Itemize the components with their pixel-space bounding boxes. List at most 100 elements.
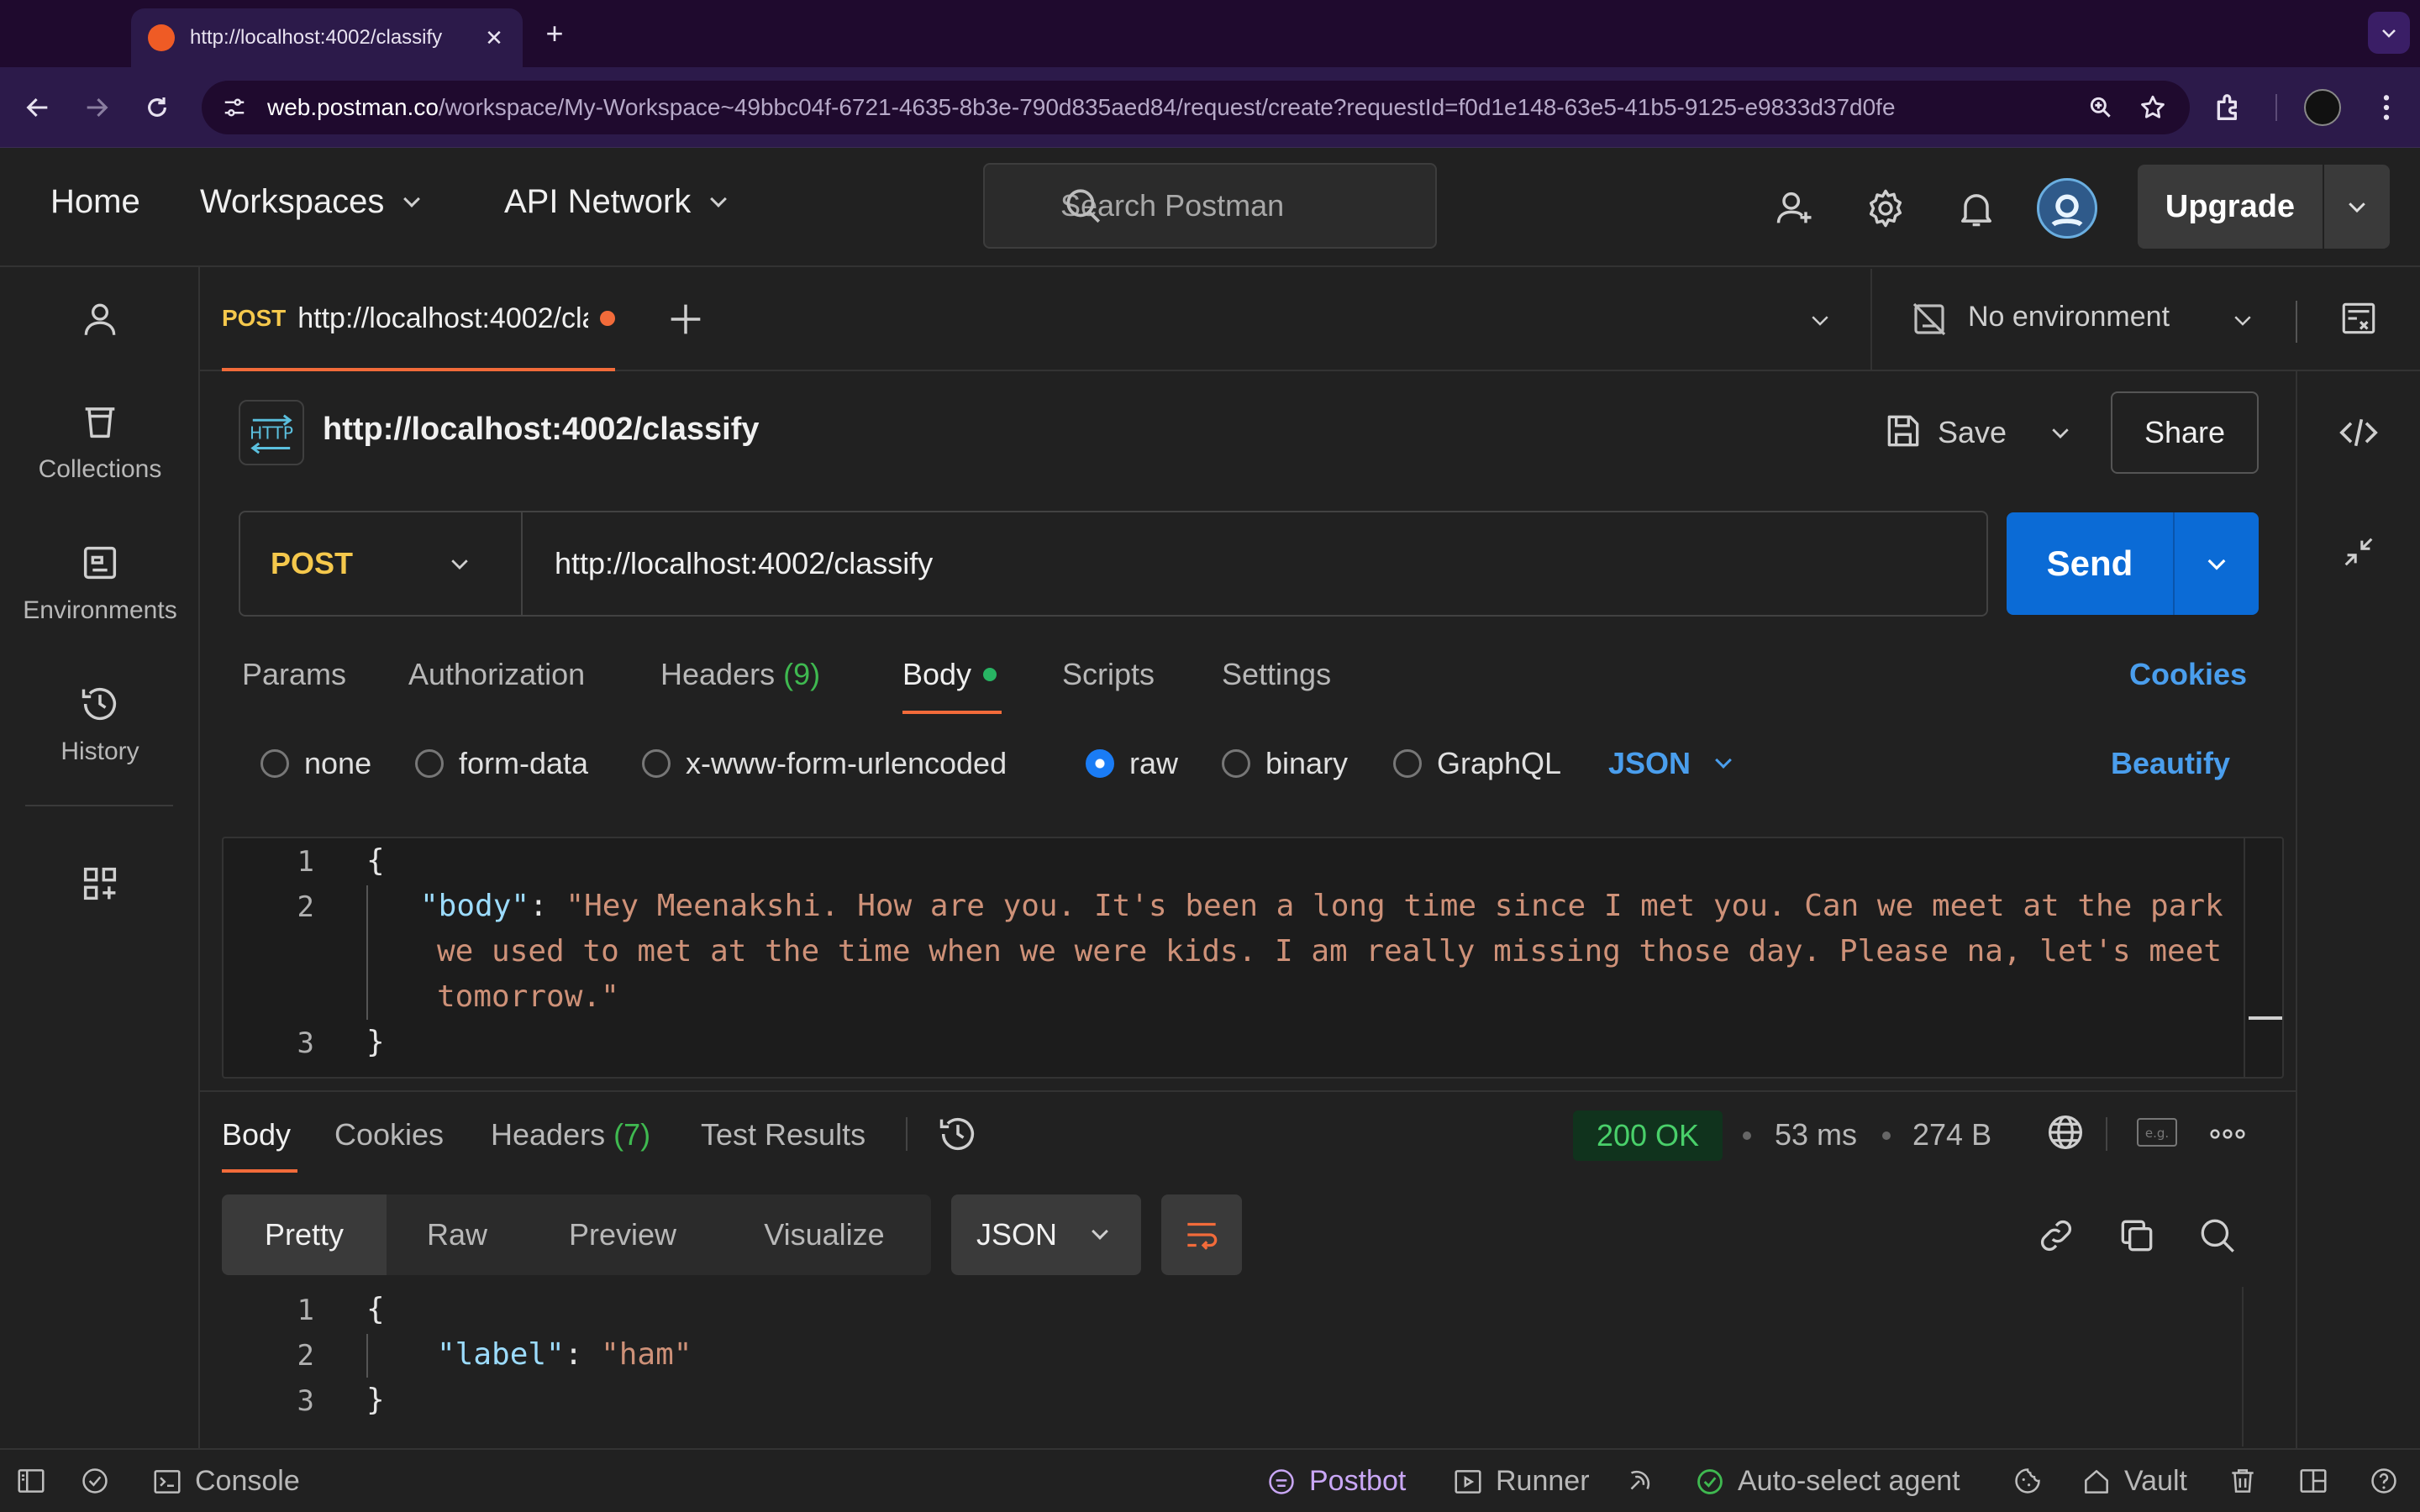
browser-tab[interactable]: http://localhost:4002/classify ✕: [131, 8, 523, 67]
more-horizontal-icon[interactable]: [2207, 1117, 2249, 1151]
share-button[interactable]: Share: [2111, 391, 2259, 474]
code-snippet-icon[interactable]: [2336, 410, 2381, 455]
save-icon[interactable]: [1882, 408, 1924, 454]
console-button[interactable]: Console: [151, 1465, 300, 1498]
auto-select-agent-button[interactable]: Auto-select agent: [1694, 1465, 1960, 1498]
tab-headers[interactable]: Headers (9): [660, 657, 820, 692]
address-bar[interactable]: web.postman.co/workspace/My-Workspace~49…: [202, 81, 2190, 134]
reload-button[interactable]: [136, 87, 178, 129]
save-button[interactable]: Save: [1938, 415, 2007, 450]
toggle-sidebar-icon[interactable]: [15, 1465, 47, 1497]
body-format-select[interactable]: JSON: [1608, 746, 1732, 781]
request-name[interactable]: http://localhost:4002/classify: [323, 412, 760, 448]
home-link[interactable]: Home: [50, 183, 140, 221]
browser-profile-avatar[interactable]: [2304, 89, 2341, 126]
body-type-form-data[interactable]: form-data: [415, 746, 588, 781]
copy-icon[interactable]: [2116, 1215, 2158, 1257]
view-mode-raw[interactable]: Raw: [387, 1194, 528, 1275]
save-example-icon[interactable]: e.g.: [2136, 1116, 2178, 1149]
workspaces-menu[interactable]: Workspaces: [200, 183, 421, 221]
environment-quick-look-icon[interactable]: [2338, 297, 2380, 339]
notification-bell-icon[interactable]: [1954, 186, 1998, 230]
back-button[interactable]: [17, 87, 59, 129]
add-tab-icon[interactable]: [664, 297, 708, 341]
response-tab-test-results[interactable]: Test Results: [701, 1117, 865, 1152]
tab-body[interactable]: Body: [902, 657, 997, 692]
close-tab-icon[interactable]: ✕: [482, 25, 506, 50]
check-circle-icon[interactable]: [79, 1465, 111, 1497]
code-close-brace: }: [366, 1025, 385, 1059]
body-type-none[interactable]: none: [260, 746, 371, 781]
sidebar-item-configure[interactable]: [0, 860, 200, 907]
send-dropdown-button[interactable]: [2175, 512, 2259, 615]
cookies-link[interactable]: Cookies: [2129, 657, 2247, 692]
new-tab-button[interactable]: +: [538, 16, 571, 50]
tab-params[interactable]: Params: [242, 657, 346, 692]
help-icon[interactable]: [2368, 1465, 2400, 1497]
response-time[interactable]: 53 ms: [1775, 1117, 1857, 1152]
layout-panels-icon[interactable]: [2297, 1465, 2329, 1497]
view-mode-pretty[interactable]: Pretty: [222, 1194, 387, 1275]
toolbar-divider: [2275, 94, 2277, 121]
invite-user-icon[interactable]: [1773, 186, 1817, 230]
collapse-arrows-icon[interactable]: [2339, 533, 2378, 571]
wrap-lines-toggle[interactable]: [1161, 1194, 1242, 1275]
beautify-link[interactable]: Beautify: [2111, 746, 2230, 781]
sidebar-item-history[interactable]: History: [0, 680, 200, 766]
search-icon[interactable]: [2196, 1215, 2238, 1257]
search-postman-input[interactable]: Search Postman: [983, 163, 1437, 249]
view-mode-visualize[interactable]: Visualize: [718, 1194, 931, 1275]
tab-settings[interactable]: Settings: [1222, 657, 1331, 692]
tab-scripts[interactable]: Scripts: [1062, 657, 1155, 692]
response-tab-body[interactable]: Body: [222, 1117, 291, 1152]
request-tab[interactable]: POST http://localhost:4002/classify: [222, 269, 615, 371]
chevron-down-icon[interactable]: [2230, 307, 2255, 333]
chevron-down-icon[interactable]: [2045, 420, 2075, 445]
runner-button[interactable]: Runner: [1452, 1465, 1590, 1498]
status-badge[interactable]: 200 OK: [1573, 1110, 1723, 1161]
method-select[interactable]: POST: [240, 512, 523, 615]
json-string: "Hey Meenakshi. How are you. It's been a…: [566, 889, 2223, 923]
upgrade-dropdown-button[interactable]: [2324, 165, 2390, 249]
zoom-icon[interactable]: [2084, 91, 2118, 124]
chevron-down-icon[interactable]: [1805, 307, 1835, 333]
response-format-select[interactable]: JSON: [951, 1194, 1141, 1275]
code-open-brace: {: [366, 1292, 385, 1326]
body-type-urlencoded[interactable]: x-www-form-urlencoded: [642, 746, 1007, 781]
trash-icon[interactable]: [2227, 1465, 2259, 1497]
more-vertical-icon[interactable]: [2370, 89, 2403, 126]
tab-authorization[interactable]: Authorization: [408, 657, 585, 692]
postbot-button[interactable]: Postbot: [1265, 1465, 1406, 1498]
site-settings-icon[interactable]: [222, 95, 247, 120]
extensions-icon[interactable]: [2212, 91, 2245, 124]
sidebar-item-environments[interactable]: Environments: [0, 539, 200, 625]
sidebar-item-collections[interactable]: Collections: [0, 398, 200, 484]
globe-icon[interactable]: [2044, 1110, 2087, 1154]
vault-button[interactable]: Vault: [2081, 1465, 2187, 1498]
tab-search-button[interactable]: [2368, 12, 2410, 54]
view-mode-preview[interactable]: Preview: [528, 1194, 718, 1275]
sidebar-item-account[interactable]: [0, 296, 200, 343]
environment-selector[interactable]: No environment: [1968, 301, 2170, 333]
request-url-input[interactable]: [523, 512, 1986, 615]
response-tab-headers[interactable]: Headers (7): [491, 1117, 650, 1152]
response-history-icon[interactable]: [936, 1112, 980, 1156]
send-button[interactable]: Send: [2007, 512, 2175, 615]
capture-requests-icon[interactable]: [1623, 1465, 1655, 1497]
cookie-icon[interactable]: [2012, 1465, 2044, 1497]
forward-button[interactable]: [76, 87, 118, 129]
response-size[interactable]: 274 B: [1912, 1117, 1991, 1152]
upgrade-button[interactable]: Upgrade: [2138, 165, 2324, 249]
address-url[interactable]: web.postman.co/workspace/My-Workspace~49…: [267, 94, 2065, 121]
link-icon[interactable]: [2035, 1215, 2077, 1257]
response-tab-cookies[interactable]: Cookies: [334, 1117, 444, 1152]
body-type-binary[interactable]: binary: [1222, 746, 1348, 781]
bookmark-star-icon[interactable]: [2136, 91, 2170, 124]
body-type-raw[interactable]: raw: [1086, 746, 1178, 781]
api-network-menu[interactable]: API Network: [504, 183, 728, 221]
editor-scrollbar[interactable]: [2249, 1016, 2282, 1020]
body-type-graphql[interactable]: GraphQL: [1393, 746, 1561, 781]
response-divider[interactable]: [200, 1090, 2296, 1092]
settings-gear-icon[interactable]: [1864, 186, 1907, 230]
user-avatar[interactable]: [2037, 178, 2097, 239]
